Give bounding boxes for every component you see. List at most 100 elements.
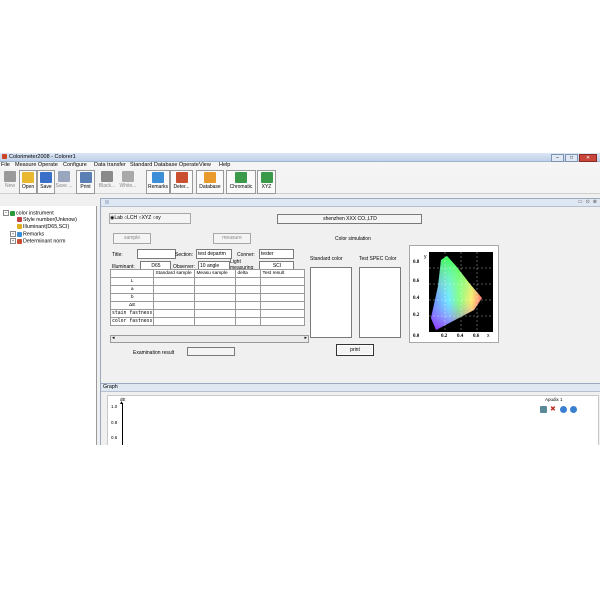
x-tick-label: 0.6 <box>473 334 480 339</box>
column-header: Measu sample <box>194 269 237 278</box>
scroll-left-icon[interactable]: ◂ <box>112 335 115 341</box>
child-caption-bar: ▭ ⊙ ⊗ <box>101 199 600 207</box>
conner-label: Conner: <box>237 252 255 258</box>
toolbar-database-button[interactable]: Database <box>196 170 224 194</box>
menu-bar: File Measure Operate Configure Data tran… <box>0 162 600 169</box>
section-label: Section: <box>175 252 194 258</box>
zoom-in-icon[interactable] <box>560 406 567 413</box>
y-tick-label: 0.8 <box>413 260 420 265</box>
title-bar: Colorimeter2008 - Colorer1 – □ ✕ <box>0 153 600 162</box>
chart-icon <box>235 172 247 183</box>
column-header: Standard sample <box>153 269 196 278</box>
child-restore-icon[interactable]: ⊙ <box>586 199 590 205</box>
tree-panel: − color instrument Style number(Unknow) I… <box>0 206 97 445</box>
floppy-icon <box>40 172 52 183</box>
color-simulation-label: Color simulation <box>335 236 371 242</box>
toolbar-white-button[interactable]: White... <box>119 170 137 192</box>
legend-label: Apudix 1 <box>545 397 563 402</box>
table-header-row: Standard sample Measu sample delta Test … <box>109 269 305 278</box>
database-icon <box>204 172 216 183</box>
print-button[interactable]: print <box>336 344 374 356</box>
close-button[interactable]: ✕ <box>579 154 597 162</box>
tree-item-determinant-norm[interactable]: + Determinant norm <box>10 238 65 244</box>
minimize-button[interactable]: – <box>551 154 564 162</box>
window-title: Colorimeter2008 - Colorer1 <box>9 154 76 160</box>
y-tick-label: 0.6 <box>413 279 420 284</box>
sample-button[interactable]: sample <box>113 233 151 244</box>
menu-file[interactable]: File <box>1 162 10 168</box>
column-header: Test result <box>260 269 305 278</box>
book-icon <box>17 231 22 237</box>
table-row[interactable]: b <box>109 293 305 302</box>
close-icon[interactable]: ✖ <box>550 406 557 413</box>
y-axis-line <box>122 403 123 445</box>
calibrate-icon <box>122 171 134 182</box>
expand-icon[interactable]: + <box>10 238 16 244</box>
radio-lab[interactable]: ◉Lab <box>110 215 123 221</box>
radio-xy[interactable]: ○xy <box>153 215 161 221</box>
origin-tick-label: 0.0 <box>413 334 420 339</box>
maximize-button[interactable]: □ <box>565 154 578 162</box>
menu-measure-operate[interactable]: Measure Operate <box>15 162 58 168</box>
y-axis-label: y <box>424 254 427 260</box>
x-tick-label: 0.2 <box>441 334 448 339</box>
tree-item-style-number[interactable]: Style number(Unknow) <box>16 217 77 223</box>
toolbar-new-button[interactable]: New <box>2 170 18 192</box>
y-tick-label: 0.4 <box>413 296 420 301</box>
y-tick-label: 0.2 <box>413 313 420 318</box>
toolbar-chromatic-button[interactable]: Chromatic <box>226 170 256 194</box>
scroll-right-icon[interactable]: ▸ <box>304 335 307 341</box>
examination-result-label: Examination result <box>133 350 175 356</box>
toolbar-black-button[interactable]: Black... <box>98 170 116 192</box>
measurement-table: Standard sample Measu sample delta Test … <box>109 269 305 326</box>
table-row[interactable]: a <box>109 285 305 294</box>
calibrate-icon <box>101 171 113 182</box>
conner-input[interactable]: tester <box>259 249 294 259</box>
child-close-icon[interactable]: ⊗ <box>593 199 597 205</box>
toolbar-remarks-button[interactable]: Remarks <box>146 170 170 194</box>
expand-icon[interactable]: + <box>10 231 16 237</box>
color-space-group: ◉Lab ○LCH ○XYZ ○xy <box>109 213 191 224</box>
chromaticity-panel: y 0.8 0.6 0.4 0.2 0.0 0.2 0.4 0.6 x <box>409 245 499 343</box>
title-input[interactable] <box>137 249 176 259</box>
toolbar-save-button[interactable]: Save <box>37 170 55 194</box>
x-tick-label: 0.4 <box>457 334 464 339</box>
table-row[interactable]: L <box>109 277 305 286</box>
section-input[interactable]: test departm <box>196 249 232 259</box>
chromaticity-diagram: y 0.8 0.6 0.4 0.2 0.0 0.2 0.4 0.6 x <box>413 252 493 339</box>
menu-configure[interactable]: Configure <box>63 162 87 168</box>
floppy-icon <box>58 171 70 182</box>
toolbar-determinant-button[interactable]: Deter... <box>170 170 193 194</box>
chart-icon <box>260 172 273 183</box>
folder-icon <box>22 172 34 183</box>
new-icon <box>4 171 16 182</box>
printer-icon <box>79 172 92 183</box>
table-row[interactable]: ΔE <box>109 301 305 310</box>
tree-item-remarks[interactable]: + Remarks <box>10 231 44 237</box>
table-row[interactable]: stain fastness <box>109 309 305 318</box>
toolbar-print-button[interactable]: Print <box>76 170 95 194</box>
company-field: shenzhen XXX CO.,LTD <box>277 214 422 224</box>
test-color-swatch <box>359 267 401 338</box>
tree-root[interactable]: − color instrument <box>3 210 54 216</box>
table-horizontal-scrollbar[interactable]: ◂ ▸ <box>110 335 309 343</box>
tree-item-illuminant[interactable]: Illuminant(D65,SCI) <box>16 224 69 230</box>
book-icon <box>152 172 164 183</box>
menu-data-transfer[interactable]: Data transfer <box>94 162 126 168</box>
table-row[interactable]: color fastness <box>109 317 305 326</box>
radio-xyz[interactable]: ○XYZ <box>139 215 152 221</box>
child-window-icon <box>105 200 109 204</box>
toolbar-open-button[interactable]: Open <box>19 170 37 194</box>
radio-lch[interactable]: ○LCH <box>124 215 137 221</box>
menu-view[interactable]: View <box>199 162 211 168</box>
zoom-out-icon[interactable] <box>570 406 577 413</box>
child-minimize-icon[interactable]: ▭ <box>578 199 583 205</box>
menu-standard-database-operate[interactable]: Standard Database Operate <box>130 162 199 168</box>
collapse-icon[interactable]: − <box>3 210 9 216</box>
measure-button[interactable]: measure <box>213 233 251 244</box>
y-tick-label: 1.0 <box>111 404 118 409</box>
settings-icon[interactable] <box>540 406 547 413</box>
toolbar-save-as-button[interactable]: Save ... <box>55 170 73 192</box>
toolbar-xyz-button[interactable]: XYZ <box>257 170 276 194</box>
menu-help[interactable]: Help <box>219 162 230 168</box>
